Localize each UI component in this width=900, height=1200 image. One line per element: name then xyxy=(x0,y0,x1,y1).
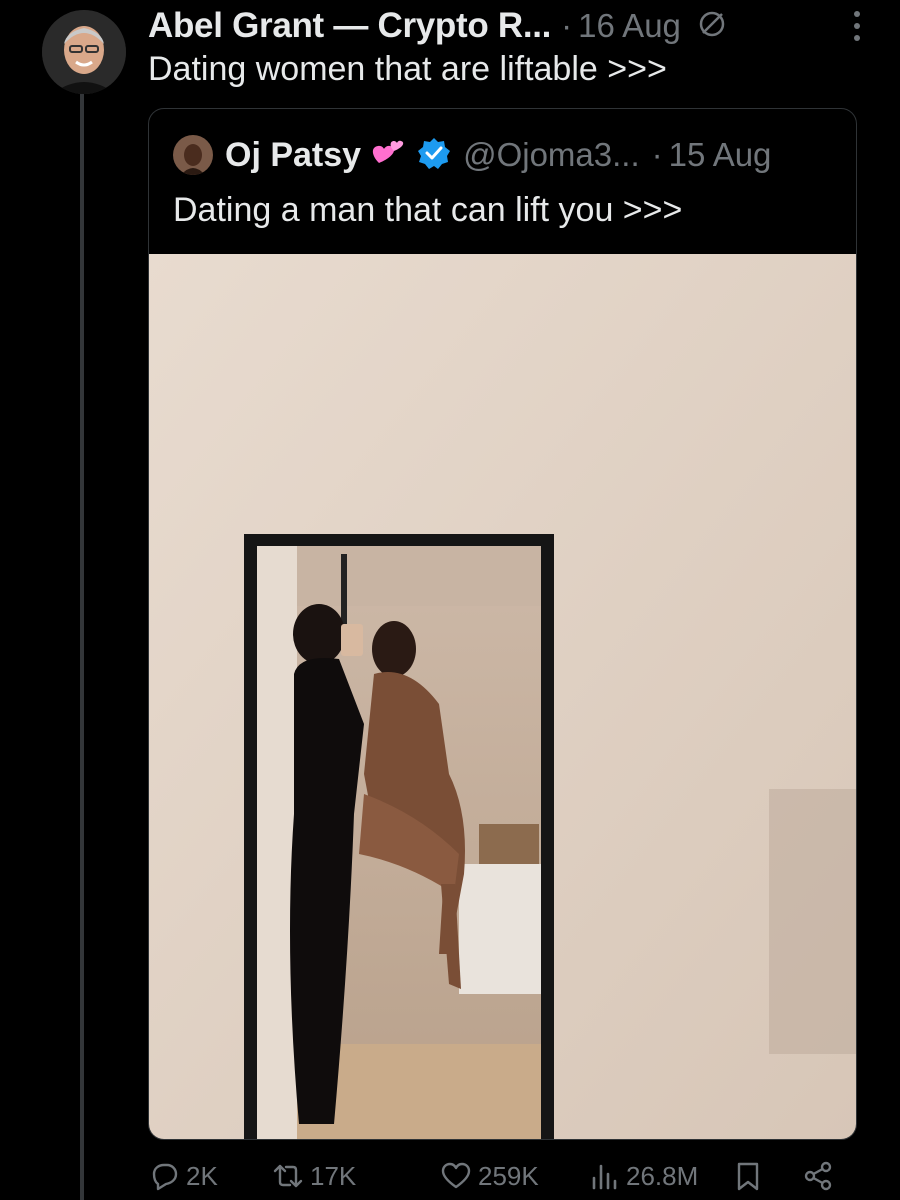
views-chart-icon xyxy=(592,1164,617,1190)
quote-author-name[interactable]: Oj Patsy xyxy=(225,136,361,175)
action-bar: 2K 17K 259K 26.8M xyxy=(148,1160,848,1200)
share-icon xyxy=(804,1161,832,1191)
quote-text: Dating a man that can lift you >>> xyxy=(173,191,683,229)
views-button[interactable]: 26.8M xyxy=(588,1160,698,1192)
quote-media-photo[interactable] xyxy=(149,254,857,1140)
thread-line xyxy=(80,94,84,1200)
more-vertical-icon[interactable] xyxy=(852,8,862,44)
share-button[interactable] xyxy=(802,1160,840,1192)
bookmark-button[interactable] xyxy=(732,1160,770,1192)
reply-count: 2K xyxy=(186,1160,218,1191)
repost-icon xyxy=(273,1164,303,1188)
heart-icon xyxy=(441,1162,471,1189)
quote-author-handle[interactable]: @Ojoma3... xyxy=(463,136,640,174)
views-count: 26.8M xyxy=(626,1160,699,1191)
slash-circle-icon xyxy=(695,7,729,46)
quote-author-avatar[interactable] xyxy=(173,135,213,175)
author-name[interactable]: Abel Grant — Crypto R... xyxy=(148,6,551,46)
post-header: Abel Grant — Crypto R... · 16 Aug xyxy=(148,2,880,50)
like-count: 259K xyxy=(478,1160,539,1191)
post-date[interactable]: 16 Aug xyxy=(578,7,681,45)
separator-dot: · xyxy=(651,136,663,173)
separator-dot: · xyxy=(561,7,573,44)
verified-badge-icon xyxy=(409,136,451,175)
like-button[interactable]: 259K xyxy=(440,1160,539,1192)
quoted-post-card[interactable]: Oj Patsy @Ojoma3... · 15 Aug Dating a ma… xyxy=(148,108,857,1140)
repost-count: 17K xyxy=(310,1160,357,1191)
repost-button[interactable]: 17K xyxy=(272,1160,356,1192)
post-text: Dating women that are liftable >>> xyxy=(148,50,667,88)
author-avatar[interactable] xyxy=(42,10,126,94)
two-hearts-icon xyxy=(361,133,409,178)
quote-date[interactable]: 15 Aug xyxy=(669,136,772,174)
bookmark-icon xyxy=(737,1162,759,1191)
reply-icon xyxy=(152,1163,178,1191)
quote-header: Oj Patsy @Ojoma3... · 15 Aug xyxy=(173,133,771,177)
reply-button[interactable]: 2K xyxy=(148,1160,218,1192)
